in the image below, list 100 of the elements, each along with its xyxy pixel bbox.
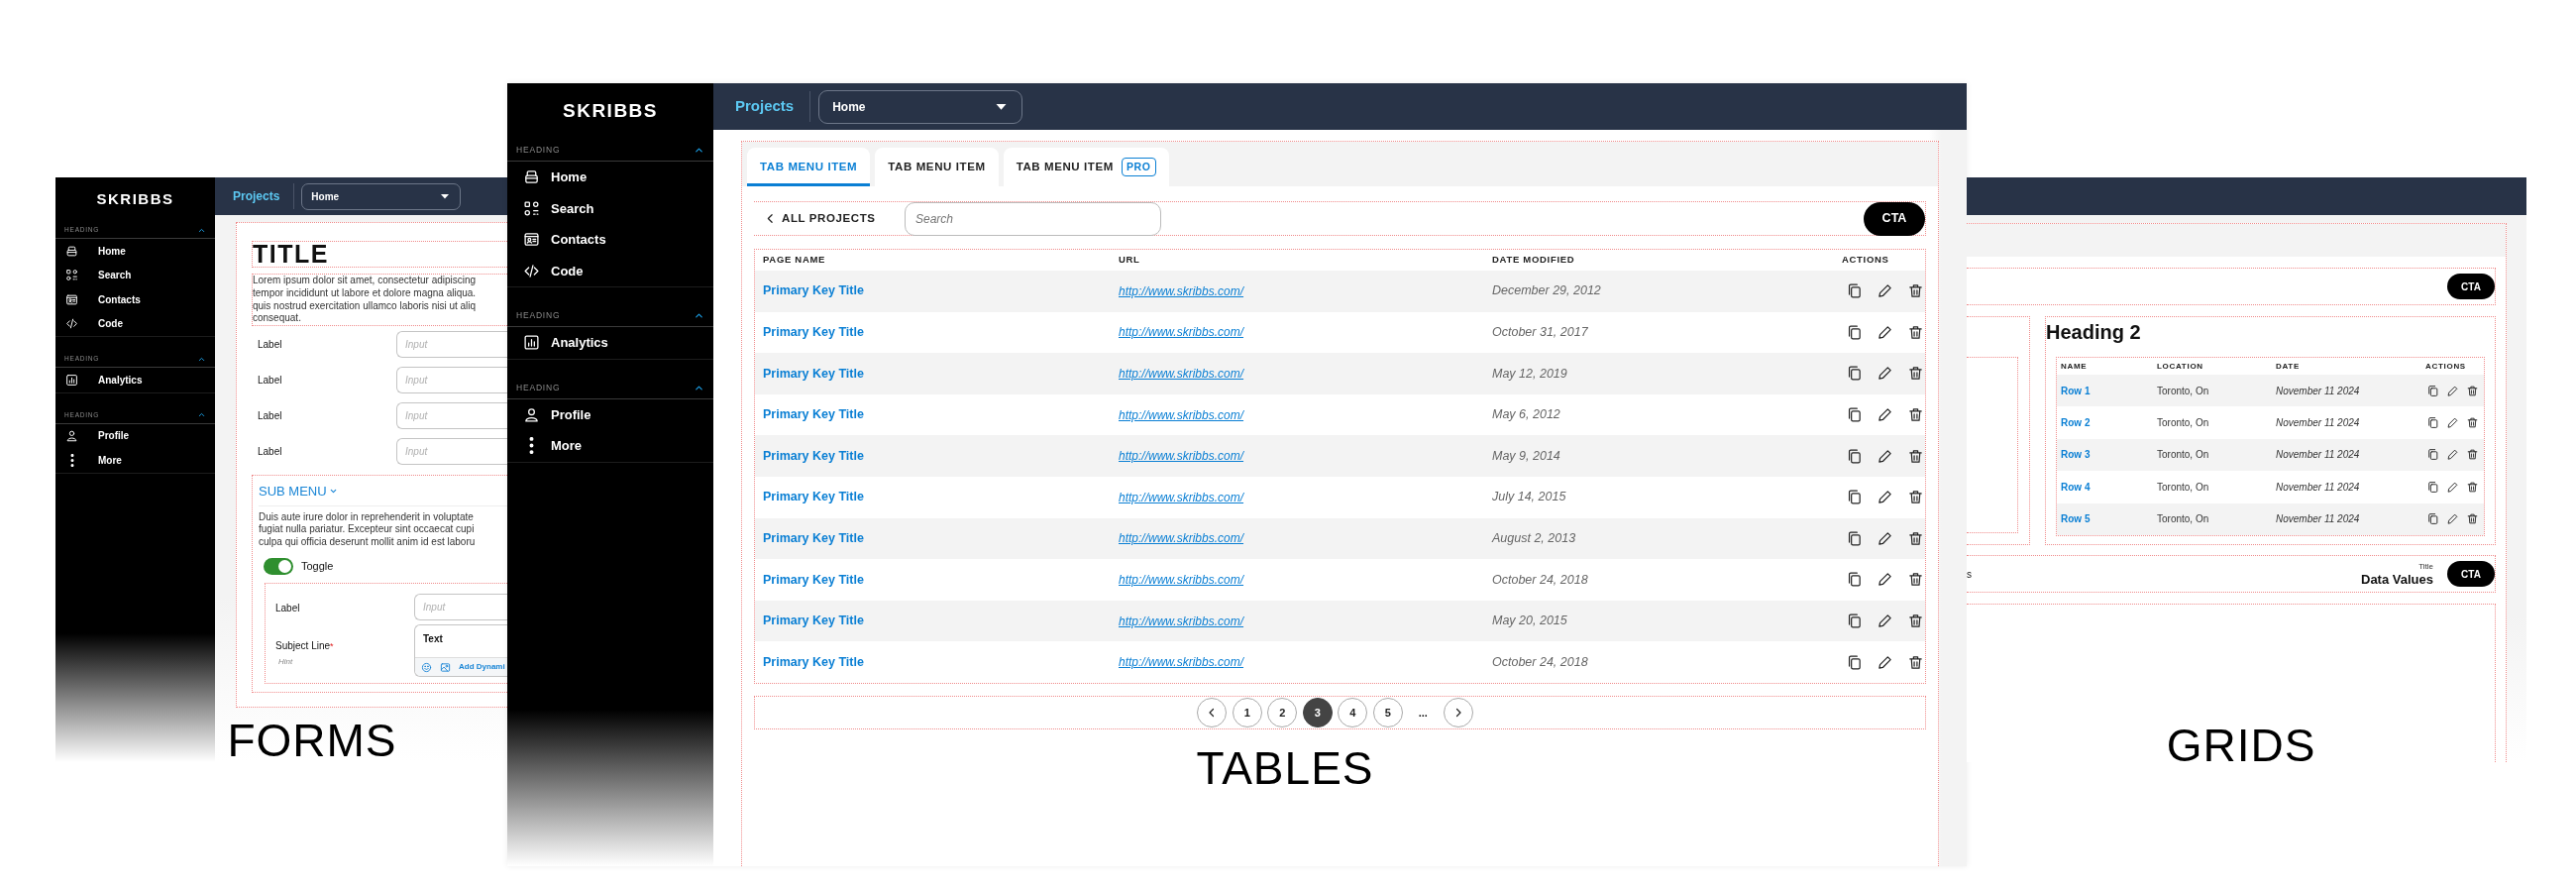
- input-field[interactable]: Input: [396, 330, 507, 358]
- sidebar-item[interactable]: Profile: [507, 398, 713, 430]
- url-link[interactable]: http://www.skribbs.com/: [1119, 365, 1244, 383]
- row-name-link[interactable]: Row 5: [2061, 511, 2091, 527]
- pencil-icon[interactable]: [2446, 384, 2459, 397]
- copy-icon[interactable]: [1846, 447, 1863, 465]
- page-button[interactable]: 3: [1302, 697, 1333, 727]
- trash-icon[interactable]: [1907, 529, 1924, 547]
- copy-icon[interactable]: [2426, 448, 2439, 462]
- pencil-icon[interactable]: [1877, 282, 1893, 300]
- smiley-icon[interactable]: [421, 661, 432, 673]
- page-name-link[interactable]: Primary Key Title: [763, 405, 864, 424]
- tab[interactable]: TAB MENU ITEM: [747, 148, 871, 186]
- page-name-link[interactable]: Primary Key Title: [763, 529, 864, 548]
- sidebar-item[interactable]: Analytics: [55, 368, 215, 392]
- sidebar-item[interactable]: Home: [507, 162, 713, 193]
- pencil-icon[interactable]: [1877, 489, 1893, 506]
- page-name-link[interactable]: Primary Key Title: [763, 570, 864, 590]
- row-name-link[interactable]: Row 3: [2061, 447, 2091, 463]
- sidebar-item[interactable]: Code: [55, 311, 215, 336]
- url-link[interactable]: http://www.skribbs.com/: [1119, 529, 1244, 548]
- row-name-link[interactable]: Row 4: [2061, 479, 2091, 495]
- page-name-link[interactable]: Primary Key Title: [763, 364, 864, 384]
- copy-icon[interactable]: [2426, 480, 2439, 494]
- sidebar-item[interactable]: Search: [55, 263, 215, 287]
- cta-button[interactable]: CTA: [2447, 561, 2495, 587]
- sidebar-item[interactable]: Contacts: [507, 224, 713, 256]
- input-field[interactable]: Input: [396, 366, 507, 393]
- row-name-link[interactable]: Row 2: [2061, 415, 2091, 431]
- page-name-link[interactable]: Primary Key Title: [763, 281, 864, 301]
- pencil-icon[interactable]: [2446, 512, 2459, 526]
- copy-icon[interactable]: [1846, 571, 1863, 589]
- url-link[interactable]: http://www.skribbs.com/: [1119, 447, 1244, 466]
- trash-icon[interactable]: [2466, 448, 2479, 462]
- all-projects-link[interactable]: ALL PROJECTS: [764, 209, 905, 228]
- row-name-link[interactable]: Row 1: [2061, 383, 2091, 398]
- page-name-link[interactable]: Primary Key Title: [763, 323, 864, 342]
- pencil-icon[interactable]: [1877, 529, 1893, 547]
- url-link[interactable]: http://www.skribbs.com/: [1119, 570, 1244, 589]
- input-field[interactable]: Input: [396, 401, 507, 429]
- page-button[interactable]: 5: [1372, 697, 1403, 727]
- copy-icon[interactable]: [1846, 489, 1863, 506]
- trash-icon[interactable]: [1907, 653, 1924, 671]
- pencil-icon[interactable]: [1877, 571, 1893, 589]
- trash-icon[interactable]: [1907, 447, 1924, 465]
- page-select[interactable]: Home: [301, 182, 462, 210]
- page-name-link[interactable]: Primary Key Title: [763, 652, 864, 672]
- pencil-icon[interactable]: [1877, 447, 1893, 465]
- input-field[interactable]: Input: [414, 593, 507, 620]
- chevron-up-icon[interactable]: [197, 410, 206, 419]
- url-link[interactable]: http://www.skribbs.com/: [1119, 488, 1244, 506]
- page-button[interactable]: 2: [1267, 697, 1298, 727]
- page-button[interactable]: 1: [1232, 697, 1262, 727]
- trash-icon[interactable]: [1907, 571, 1924, 589]
- url-link[interactable]: http://www.skribbs.com/: [1119, 405, 1244, 424]
- pencil-icon[interactable]: [1877, 323, 1893, 341]
- trash-icon[interactable]: [1907, 323, 1924, 341]
- toggle-switch[interactable]: [264, 558, 293, 576]
- projects-link[interactable]: Projects: [233, 187, 280, 205]
- url-link[interactable]: http://www.skribbs.com/: [1119, 323, 1244, 342]
- sidebar-item[interactable]: Home: [55, 239, 215, 264]
- trash-icon[interactable]: [2466, 384, 2479, 397]
- trash-icon[interactable]: [2466, 416, 2479, 430]
- trash-icon[interactable]: [2466, 512, 2479, 526]
- pencil-icon[interactable]: [2446, 480, 2459, 494]
- trash-icon[interactable]: [1907, 365, 1924, 383]
- pencil-icon[interactable]: [1877, 365, 1893, 383]
- trash-icon[interactable]: [1907, 489, 1924, 506]
- trash-icon[interactable]: [1907, 613, 1924, 630]
- copy-icon[interactable]: [1846, 365, 1863, 383]
- copy-icon[interactable]: [2426, 416, 2439, 430]
- sidebar-item[interactable]: Contacts: [55, 287, 215, 312]
- sidebar-item[interactable]: More: [55, 448, 215, 473]
- copy-icon[interactable]: [2426, 512, 2439, 526]
- page-button[interactable]: 4: [1338, 697, 1368, 727]
- trash-icon[interactable]: [2466, 480, 2479, 494]
- trash-icon[interactable]: [1907, 406, 1924, 424]
- text-editor[interactable]: Text Add Dynami: [414, 624, 507, 678]
- tab[interactable]: TAB MENU ITEM PRO: [1003, 148, 1169, 186]
- input-field[interactable]: Input: [396, 437, 507, 465]
- copy-icon[interactable]: [1846, 613, 1863, 630]
- search-field[interactable]: Search: [905, 201, 1161, 236]
- sidebar-item[interactable]: Code: [507, 255, 713, 286]
- sidebar-item[interactable]: Analytics: [507, 327, 713, 359]
- sidebar-item[interactable]: Search: [507, 192, 713, 224]
- url-link[interactable]: http://www.skribbs.com/: [1119, 653, 1244, 672]
- projects-link[interactable]: Projects: [735, 95, 795, 118]
- copy-icon[interactable]: [1846, 529, 1863, 547]
- pencil-icon[interactable]: [1877, 653, 1893, 671]
- page-name-link[interactable]: Primary Key Title: [763, 446, 864, 466]
- pencil-icon[interactable]: [1877, 613, 1893, 630]
- cta-button[interactable]: CTA: [1864, 201, 1925, 236]
- page-select[interactable]: Home: [818, 89, 1023, 124]
- submenu-toggle[interactable]: SUB MENU: [259, 482, 507, 506]
- url-link[interactable]: http://www.skribbs.com/: [1119, 281, 1244, 300]
- trash-icon[interactable]: [1907, 282, 1924, 300]
- page-name-link[interactable]: Primary Key Title: [763, 488, 864, 507]
- pencil-icon[interactable]: [2446, 448, 2459, 462]
- image-icon[interactable]: [440, 661, 451, 673]
- copy-icon[interactable]: [1846, 282, 1863, 300]
